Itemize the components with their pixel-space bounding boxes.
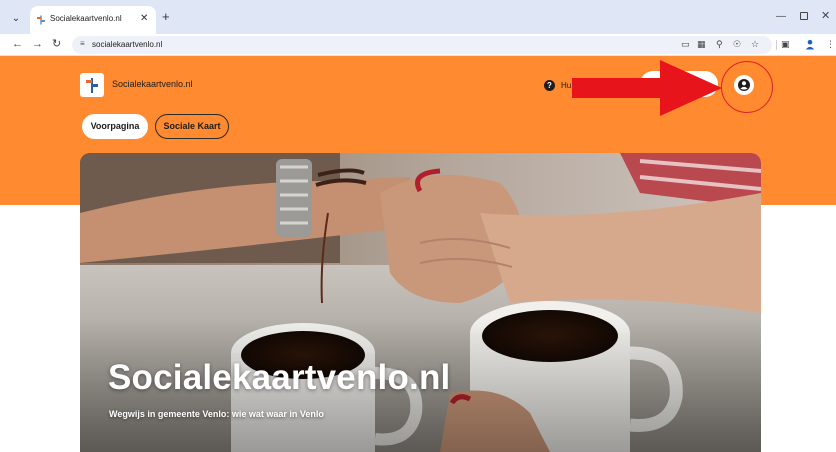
tab-search-chevron-down-icon[interactable]: ⌄ [8, 12, 24, 26]
hero-subtitle: Wegwijs in gemeente Venlo: wie wat waar … [109, 409, 324, 419]
eye-off-icon[interactable]: ☉ [733, 39, 741, 49]
browser-menu-icon[interactable]: ⋮ [826, 39, 835, 49]
nav-voorpagina-button[interactable]: Voorpagina [82, 114, 148, 139]
help-question-icon[interactable]: ? [544, 80, 555, 91]
site-name[interactable]: Socialekaartvenlo.nl [112, 79, 193, 89]
window-minimize-icon[interactable]: — [776, 11, 786, 22]
back-arrow-icon[interactable]: ← [12, 38, 23, 50]
toolbar-divider [776, 40, 777, 50]
window-close-icon[interactable]: ✕ [821, 9, 830, 22]
forward-arrow-icon[interactable]: → [32, 38, 43, 50]
tab-close-icon[interactable]: ✕ [140, 13, 148, 24]
hero-title: Socialekaartvenlo.nl [108, 358, 451, 397]
site-settings-icon[interactable]: ≡ [80, 39, 85, 48]
profile-icon[interactable] [805, 39, 815, 50]
site-logo[interactable] [80, 73, 104, 97]
hero-photo-coffee-hands [80, 153, 761, 452]
hero-image [80, 153, 761, 452]
extensions-puzzle-icon[interactable]: ▣ [781, 39, 790, 49]
bookmark-star-icon[interactable]: ☆ [751, 39, 759, 49]
header-action-button[interactable] [640, 71, 718, 97]
address-bar[interactable]: ≡ socialekaartvenlo.nl [72, 36, 772, 54]
header-action-button-label: n [700, 80, 705, 89]
reload-icon[interactable]: ↻ [52, 38, 61, 50]
tab-title: Socialekaartvenlo.nl [50, 14, 122, 23]
translate-icon[interactable]: ▦ [697, 39, 706, 49]
zoom-icon[interactable]: ⚲ [716, 39, 723, 49]
cast-icon[interactable]: ▭ [681, 39, 690, 49]
signpost-icon [86, 78, 98, 93]
nav-sociale-kaart-button[interactable]: Sociale Kaart [155, 114, 229, 139]
browser-tab[interactable]: Socialekaartvenlo.nl ✕ [30, 6, 156, 34]
window-restore-icon[interactable] [800, 12, 808, 20]
account-button[interactable] [734, 75, 754, 95]
site-favicon-icon [37, 15, 45, 25]
browser-toolbar: ← → ↻ ≡ socialekaartvenlo.nl ▭ ▦ ⚲ ☉ ☆ ▣… [0, 34, 836, 56]
user-icon [738, 79, 750, 91]
new-tab-plus-icon[interactable]: + [162, 10, 170, 23]
help-link-label[interactable]: Hu [561, 81, 571, 90]
address-url: socialekaartvenlo.nl [92, 40, 163, 49]
browser-tabbar: ⌄ Socialekaartvenlo.nl ✕ + — ✕ [0, 0, 836, 34]
